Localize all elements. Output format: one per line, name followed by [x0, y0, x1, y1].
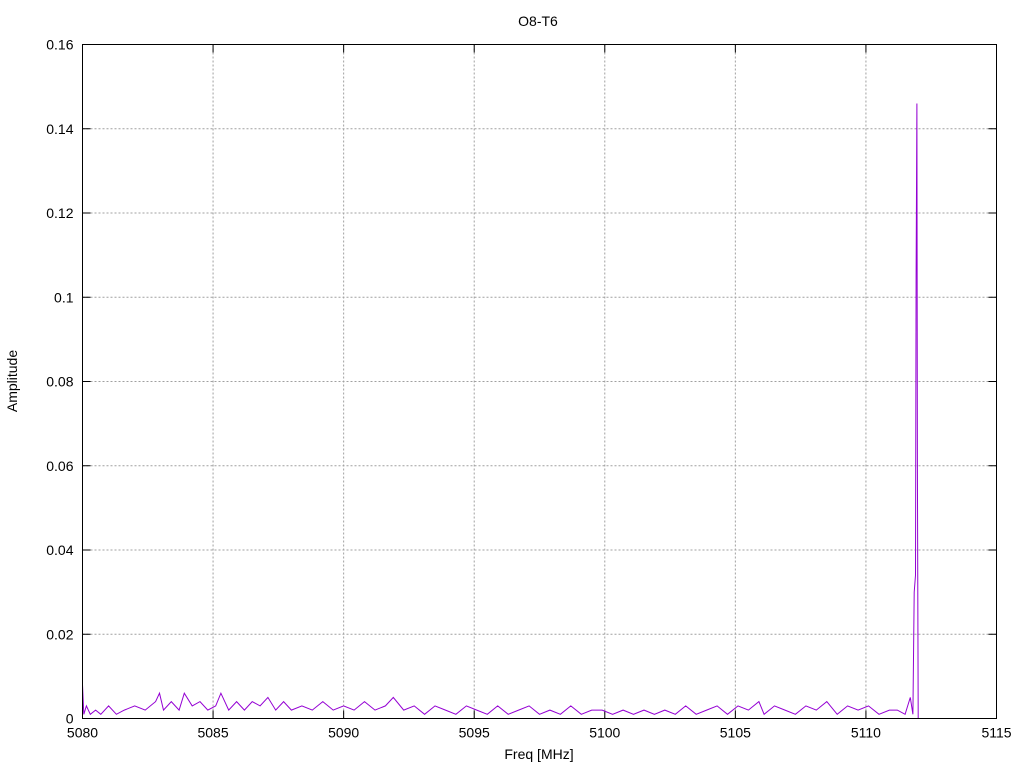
x-tick-label: 5080 — [67, 725, 98, 741]
x-tick-label: 5105 — [720, 725, 751, 741]
y-tick-label: 0 — [66, 711, 74, 727]
y-tick-label: 0.14 — [46, 121, 73, 137]
series-line — [82, 103, 919, 719]
y-tick-labels: 0 0.02 0.04 0.06 0.08 0.1 0.12 0.14 0.16 — [46, 37, 73, 727]
x-tick-label: 5085 — [197, 725, 228, 741]
x-tick-label: 5095 — [459, 725, 490, 741]
y-tick-label: 0.12 — [46, 205, 73, 221]
y-tick-label: 0.16 — [46, 37, 73, 53]
y-tick-label: 0.1 — [54, 289, 74, 305]
y-tick-label: 0.02 — [46, 626, 73, 642]
x-tick-label: 5100 — [589, 725, 620, 741]
line-chart: O8-T6 5080 5085 5090 5095 5100 5105 5110 5115 0… — [4, 13, 1012, 762]
y-tick-label: 0.08 — [46, 374, 73, 390]
x-tick-label: 5090 — [328, 725, 359, 741]
y-tick-label: 0.06 — [46, 458, 73, 474]
grid-lines — [82, 44, 997, 719]
chart-title: O8-T6 — [518, 13, 558, 29]
y-tick-label: 0.04 — [46, 542, 73, 558]
y-axis-label: Amplitude — [4, 350, 20, 412]
x-tick-labels: 5080 5085 5090 5095 5100 5105 5110 5115 — [67, 725, 1012, 741]
x-tick-label: 5115 — [981, 725, 1011, 741]
x-tick-label: 5110 — [851, 725, 881, 741]
x-axis-label: Freq [MHz] — [504, 746, 573, 762]
